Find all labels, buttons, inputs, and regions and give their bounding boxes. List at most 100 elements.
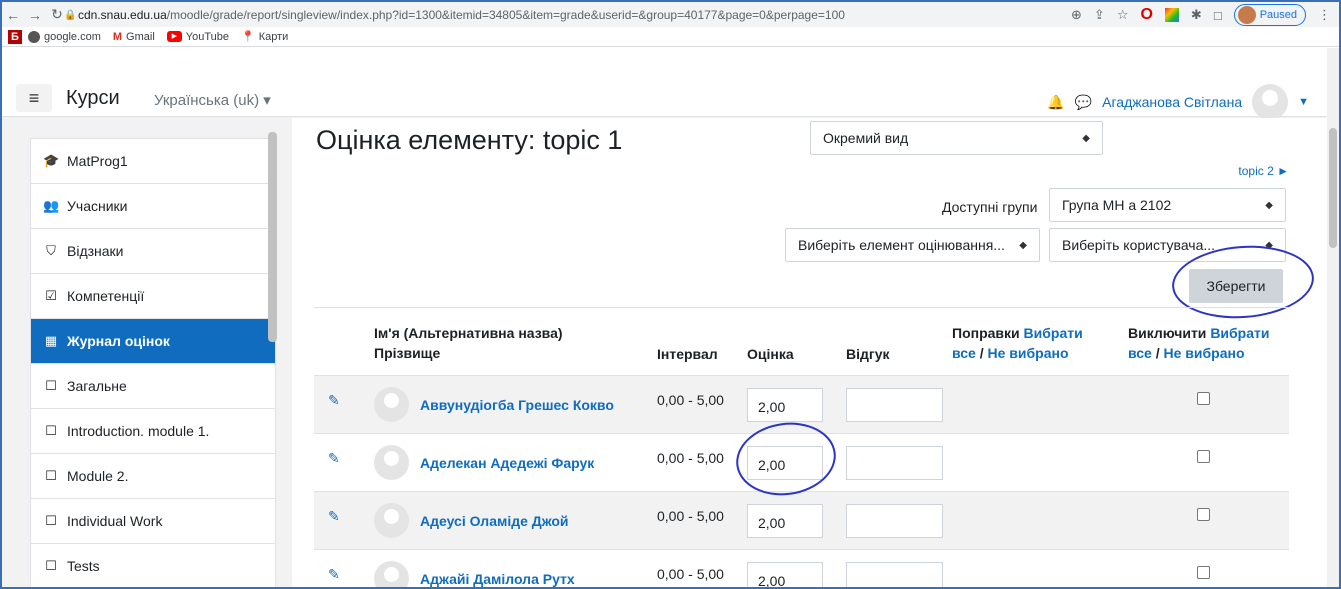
exclude-checkbox[interactable] xyxy=(1197,392,1210,405)
groups-label: Доступні групи xyxy=(942,199,1038,215)
screenshot-frame: ← → ↻ 🔒 cdn.snau.edu.ua/moodle/grade/rep… xyxy=(0,0,1341,589)
bookmark-google[interactable]: google.com xyxy=(28,30,101,43)
page-scrollbar-thumb[interactable] xyxy=(1329,128,1337,248)
hamburger-icon: ≡ xyxy=(28,87,40,108)
opera-extension-icon[interactable]: O xyxy=(1140,6,1152,24)
feedback-input[interactable] xyxy=(846,388,943,422)
sidebar-item[interactable]: 🎓 MatProg1 xyxy=(31,139,275,184)
browser-actions: ⊕ ⇪ ☆ O ✱ □ Paused ⋮ xyxy=(1071,4,1331,26)
chat-icon[interactable]: 💬 xyxy=(1075,94,1092,111)
header-feedback: Відгук xyxy=(846,346,890,362)
student-name-link[interactable]: Аввунудіогба Грешес Кокво xyxy=(420,397,614,413)
sidebar-item[interactable]: ⛉ Відзнаки xyxy=(31,229,275,274)
sidebar-item[interactable]: ☐ Tests xyxy=(31,544,275,587)
exclude-select-none-link[interactable]: Не вибрано xyxy=(1164,345,1245,361)
drawer-scrollbar[interactable] xyxy=(268,132,277,342)
map-pin-icon: 📍 xyxy=(241,31,255,43)
color-extension-icon[interactable] xyxy=(1164,8,1179,22)
override-select-none-link[interactable]: Не вибрано xyxy=(988,345,1069,361)
sidebar-item-label: Загальне xyxy=(67,378,127,394)
bell-icon[interactable]: 🔔 xyxy=(1047,94,1064,111)
share-icon[interactable]: ⇪ xyxy=(1094,7,1105,23)
drawer-toggle-button[interactable]: ≡ xyxy=(16,84,52,112)
folder-icon: ☐ xyxy=(45,558,57,573)
group-select[interactable]: Група МН а 2102 ◆ xyxy=(1049,188,1286,222)
paused-label: Paused xyxy=(1259,9,1297,21)
feedback-input[interactable] xyxy=(846,562,943,587)
snau-bookmark-icon[interactable]: Б xyxy=(8,29,22,44)
back-icon[interactable]: ← xyxy=(2,7,24,23)
table-top-divider xyxy=(314,307,1289,308)
avatar[interactable] xyxy=(374,387,409,422)
exclude-checkbox[interactable] xyxy=(1197,450,1210,463)
sidebar-item-label: Tests xyxy=(67,558,100,574)
profile-paused-button[interactable]: Paused xyxy=(1233,4,1306,26)
avatar[interactable] xyxy=(374,503,409,538)
page-scrollbar[interactable] xyxy=(1327,48,1339,587)
user-avatar[interactable] xyxy=(1252,84,1289,120)
student-name-link[interactable]: Аджайі Дамілола Рутх xyxy=(420,571,575,587)
select-arrows-icon: ◆ xyxy=(1265,199,1273,211)
forward-icon[interactable]: → xyxy=(24,7,46,23)
chevron-down-icon[interactable]: ▼ xyxy=(1298,96,1309,108)
moodle-navbar: ≡ Курси Українська (uk) ▾ 🔔 💬 Агаджанова… xyxy=(2,48,1327,120)
pencil-icon[interactable]: ✎ xyxy=(328,392,340,409)
feedback-input[interactable] xyxy=(846,446,943,480)
student-name-link[interactable]: Аделекан Адедежі Фарук xyxy=(420,455,594,471)
grade-range: 0,00 - 5,00 xyxy=(657,508,724,524)
bookmark-maps[interactable]: 📍 Карти xyxy=(241,30,288,44)
sidebar-item-label: Individual Work xyxy=(67,513,163,529)
shield-icon: ⛉ xyxy=(46,243,56,258)
profile-avatar xyxy=(1237,6,1256,24)
header-override: Поправки Вибрати все / Не вибрано xyxy=(952,325,1083,361)
sidebar-item[interactable]: ☐ Individual Work xyxy=(31,499,275,544)
pencil-icon[interactable]: ✎ xyxy=(328,450,340,467)
address-bar[interactable]: 🔒 cdn.snau.edu.ua/moodle/grade/report/si… xyxy=(64,5,1004,25)
feedback-input[interactable] xyxy=(846,504,943,538)
exclude-checkbox[interactable] xyxy=(1197,508,1210,521)
site-brand[interactable]: Курси xyxy=(66,87,120,110)
view-select[interactable]: Окремий вид ◆ xyxy=(810,121,1103,155)
puzzle-icon[interactable]: ✱ xyxy=(1191,7,1202,23)
grade-item-select[interactable]: Виберіть елемент оцінювання... ◆ xyxy=(785,228,1040,262)
lock-icon: 🔒 xyxy=(64,9,77,21)
bookmark-gmail[interactable]: M Gmail xyxy=(113,31,155,43)
main-region: Оцінка елементу: topic 1 Окремий вид ◆ to… xyxy=(292,118,1327,587)
avatar[interactable] xyxy=(374,445,409,480)
sidebar-item[interactable]: 👥 Учасники xyxy=(31,184,275,229)
header-grade: Оцінка xyxy=(747,346,794,362)
grade-input[interactable]: 2,00 xyxy=(747,388,823,422)
language-menu[interactable]: Українська (uk) ▾ xyxy=(154,91,271,109)
avatar[interactable] xyxy=(374,561,409,587)
exclude-checkbox[interactable] xyxy=(1197,566,1210,579)
sidebar-item-label: Відзнаки xyxy=(67,243,124,259)
sidebar-item-label: Журнал оцінок xyxy=(67,333,170,349)
folder-icon: ☐ xyxy=(45,423,57,438)
pencil-icon[interactable]: ✎ xyxy=(328,508,340,525)
student-name-link[interactable]: Адеусі Оламіде Джой xyxy=(420,513,569,529)
grade-input[interactable]: 2,00 xyxy=(747,562,823,587)
header-name[interactable]: Ім'я (Альтернативна назва) Прізвище xyxy=(374,323,563,363)
folder-icon: ☐ xyxy=(45,468,57,483)
pencil-icon[interactable]: ✎ xyxy=(328,566,340,583)
bookmark-youtube[interactable]: ▶ YouTube xyxy=(166,31,229,43)
sidebar-item[interactable]: ☐ Загальне xyxy=(31,364,275,409)
next-item-link[interactable]: topic 2 ► xyxy=(1238,164,1289,178)
sidebar-item[interactable]: ☑ Компетенції xyxy=(31,274,275,319)
sidebar-item-label: MatProg1 xyxy=(67,153,128,169)
table-row: ✎ Аджайі Дамілола Рутх 0,00 - 5,00 2,00 xyxy=(314,549,1289,587)
menu-icon[interactable]: ⋮ xyxy=(1318,7,1331,23)
user-menu-name[interactable]: Агаджанова Світлана xyxy=(1102,94,1242,110)
sidebar-item[interactable]: ▦ Журнал оцінок xyxy=(31,319,275,364)
sidebar-item-label: Учасники xyxy=(67,198,128,214)
star-icon[interactable]: ☆ xyxy=(1117,7,1129,23)
sidebar-item[interactable]: ☐ Module 2. xyxy=(31,454,275,499)
grade-input[interactable]: 2,00 xyxy=(747,504,823,538)
grade-range: 0,00 - 5,00 xyxy=(657,566,724,582)
sidepanel-icon[interactable]: □ xyxy=(1214,8,1222,23)
browser-toolbar: ← → ↻ 🔒 cdn.snau.edu.ua/moodle/grade/rep… xyxy=(2,2,1339,27)
sidebar-item[interactable]: ☐ Introduction. module 1. xyxy=(31,409,275,454)
users-icon: 👥 xyxy=(43,198,60,213)
bookmarks-bar: Б google.com M Gmail ▶ YouTube 📍 Карти xyxy=(2,27,1339,47)
zoom-icon[interactable]: ⊕ xyxy=(1071,7,1082,23)
